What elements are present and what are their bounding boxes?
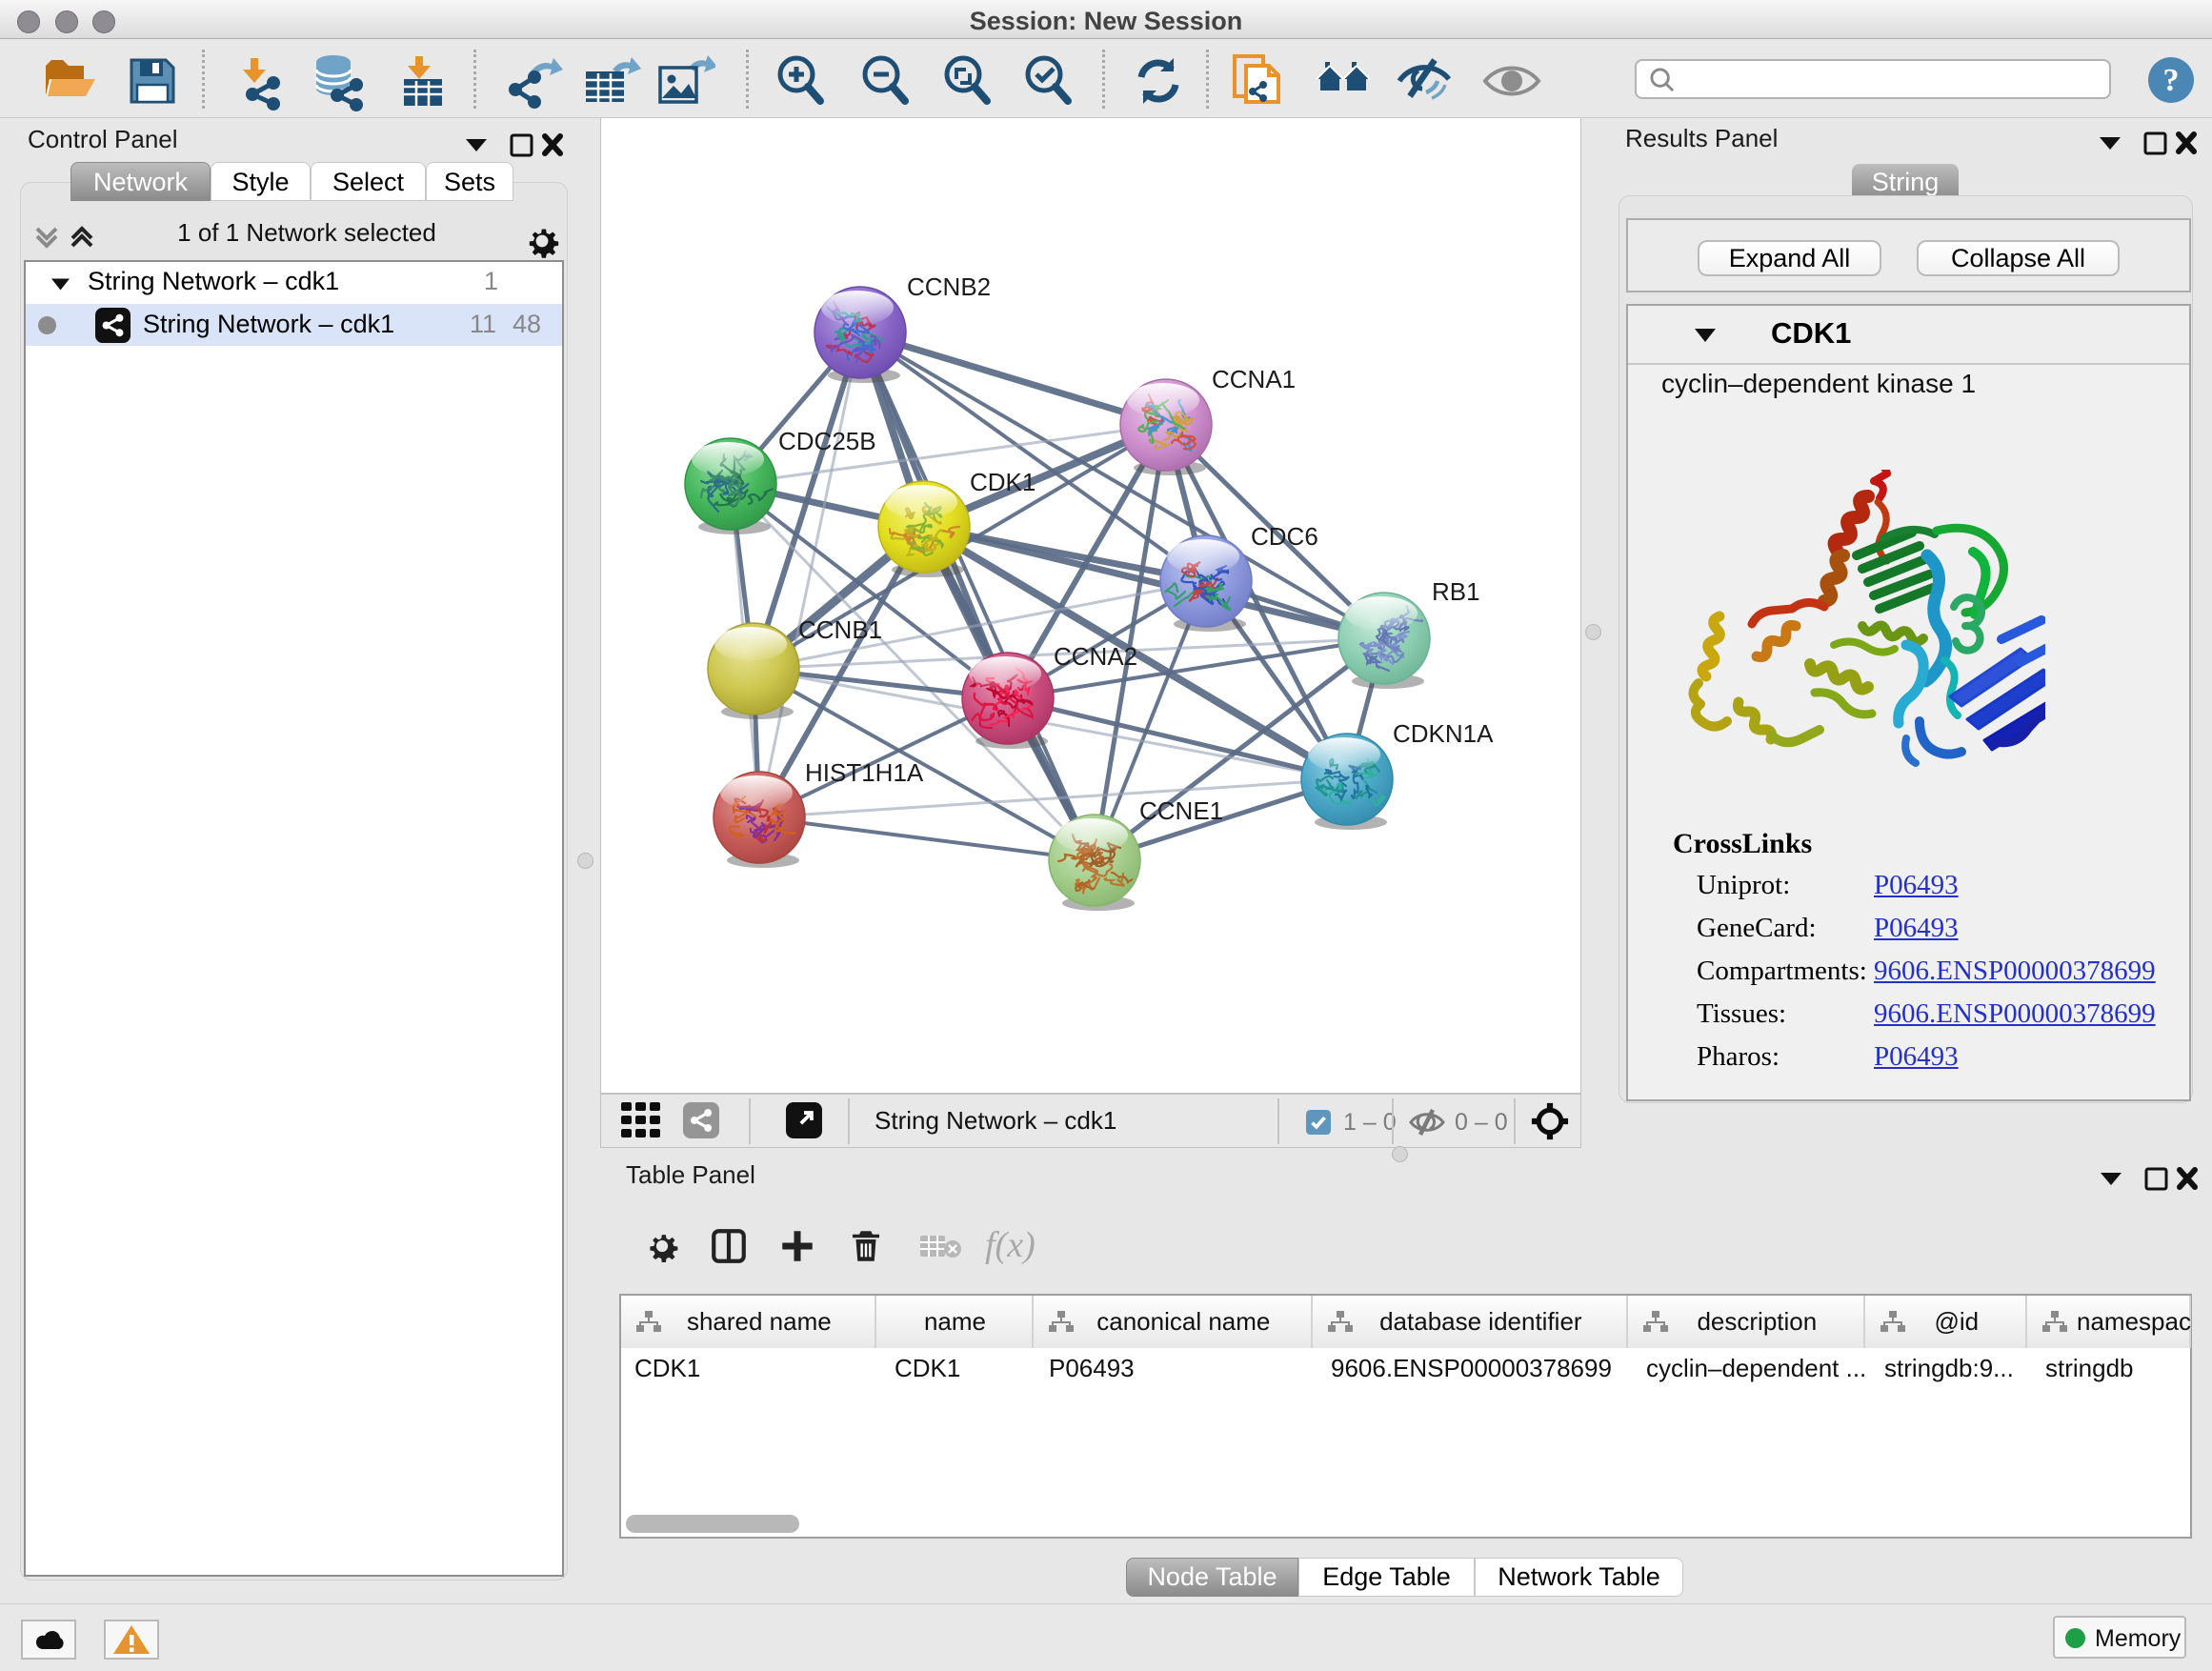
svg-text:HIST1H1A: HIST1H1A [805, 758, 924, 787]
svg-text:CCNB2: CCNB2 [907, 272, 991, 301]
svg-text:?: ? [2163, 63, 2180, 98]
svg-text:CCNA2: CCNA2 [1054, 642, 1137, 671]
svg-text:CDK1: CDK1 [970, 468, 1036, 496]
svg-text:RB1: RB1 [1432, 577, 1480, 606]
svg-text:CDC25B: CDC25B [778, 427, 876, 455]
svg-text:CCNA1: CCNA1 [1212, 365, 1296, 393]
svg-text:CCNE1: CCNE1 [1139, 796, 1223, 825]
svg-text:CCNB1: CCNB1 [798, 615, 882, 644]
svg-text:CDC6: CDC6 [1251, 522, 1318, 551]
svg-text:CDKN1A: CDKN1A [1393, 719, 1494, 748]
